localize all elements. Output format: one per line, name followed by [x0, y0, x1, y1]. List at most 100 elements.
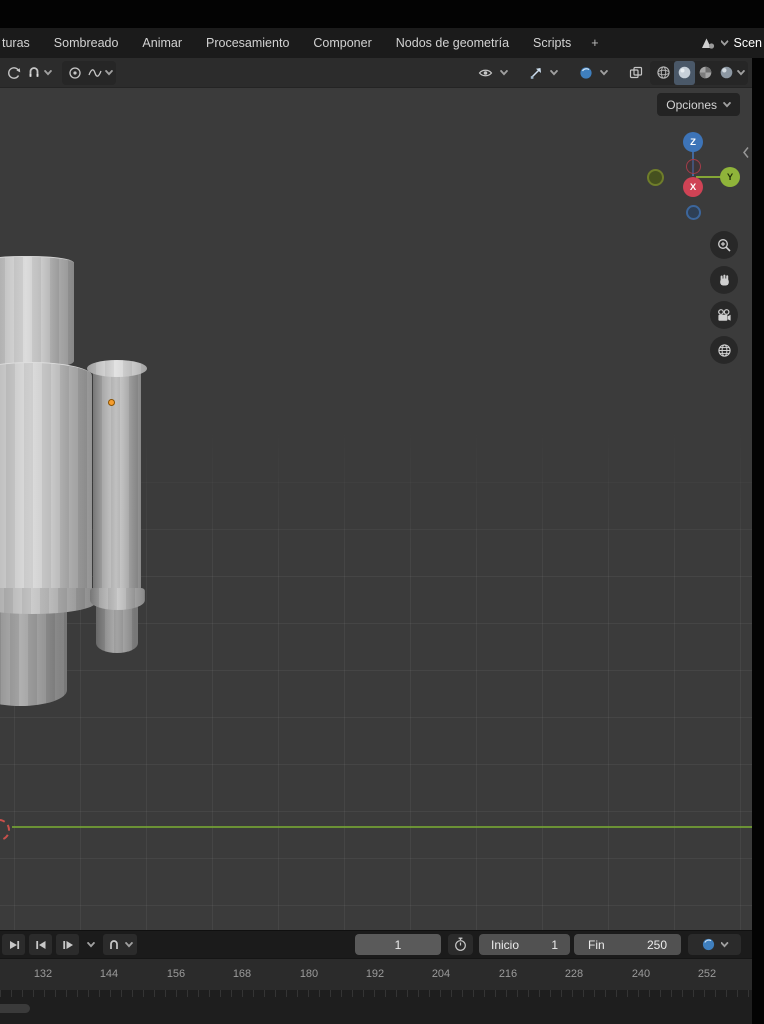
gizmo-y-negative[interactable]: [646, 168, 664, 186]
horizontal-scrollbar[interactable]: [0, 1004, 30, 1013]
shading-chevron-icon[interactable]: [737, 69, 745, 76]
show-overlays-button[interactable]: [576, 61, 596, 85]
ruler-tick-label: 252: [697, 968, 717, 980]
overlays-chevron-icon[interactable]: [600, 69, 608, 76]
overlays-icon: [580, 66, 592, 79]
shading-solid-icon: [678, 66, 691, 79]
workspace-tab-nodos-geometria[interactable]: Nodos de geometría: [384, 36, 521, 50]
falloff-chevron-icon[interactable]: [105, 69, 113, 76]
visibility-eye-icon: [478, 69, 493, 76]
viewport-header: [0, 58, 752, 88]
scene-selector[interactable]: Scen: [700, 35, 764, 51]
next-keyframe-button[interactable]: [56, 934, 79, 955]
axis-gizmo[interactable]: Z X Y: [633, 126, 750, 226]
snap-button[interactable]: [24, 61, 44, 85]
shading-wireframe-icon: [657, 66, 670, 79]
workspace-tab-componer[interactable]: Componer: [301, 36, 383, 50]
timeline-header: 1 Inicio 1 Fin 250: [0, 930, 752, 959]
gizmos-chevron-icon[interactable]: [550, 69, 558, 76]
model-mid-body[interactable]: [0, 362, 92, 593]
gizmo-z-negative[interactable]: [685, 204, 701, 220]
timeline-scroll-area: [0, 990, 752, 1024]
camera-view-button[interactable]: [710, 301, 738, 329]
options-chevron-icon: [723, 101, 731, 108]
grid-view-button[interactable]: [710, 336, 738, 364]
timeline-snap-button[interactable]: [103, 934, 137, 955]
gizmo-x-negative[interactable]: [685, 158, 701, 174]
gizmo-z-positive[interactable]: Z: [683, 132, 703, 152]
visibility-chevron-icon[interactable]: [500, 69, 508, 76]
proportional-edit-button[interactable]: [65, 61, 85, 85]
chevron-left-icon: [743, 147, 749, 158]
timeline-ruler[interactable]: 132 144 156 168 180 192 204 216 228 240 …: [0, 958, 752, 991]
ruler-tick-label: 180: [299, 968, 319, 980]
pan-button[interactable]: [710, 266, 738, 294]
gizmos-icon: [530, 67, 541, 79]
ruler-tick-label: 156: [166, 968, 186, 980]
workspace-tab-texturas[interactable]: turas: [0, 36, 42, 50]
shading-rendered-icon: [720, 66, 733, 79]
ruler-tick-label: 144: [99, 968, 119, 980]
auto-keying-button[interactable]: [448, 934, 473, 955]
previous-keyframe-button[interactable]: [29, 934, 52, 955]
workspace-tab-bar: turas Sombreado Animar Procesamiento Com…: [0, 28, 764, 59]
xray-icon: [629, 66, 643, 78]
workspace-tab-procesamiento[interactable]: Procesamiento: [194, 36, 301, 50]
sidebar-expand-button[interactable]: [742, 146, 750, 159]
falloff-button[interactable]: [85, 61, 105, 85]
show-gizmos-button[interactable]: [526, 61, 546, 85]
zoom-button[interactable]: [710, 231, 738, 259]
snap-icon: [29, 66, 39, 77]
shading-material-icon: [699, 66, 712, 79]
model-thin-lower[interactable]: [96, 603, 138, 653]
stopwatch-icon: [455, 937, 466, 951]
jump-to-endpoint-button[interactable]: [2, 934, 25, 955]
model-lower-cylinder[interactable]: [0, 608, 67, 706]
scene-name-label: Scen: [733, 36, 763, 50]
options-dropdown-button[interactable]: Opciones: [657, 93, 740, 116]
gizmo-x-positive[interactable]: X: [683, 177, 703, 197]
model-upper-cylinder[interactable]: [0, 256, 74, 369]
current-frame-field[interactable]: 1: [355, 934, 441, 955]
add-workspace-button[interactable]: +: [583, 36, 606, 50]
y-axis-line: [12, 826, 752, 828]
frame-end-field[interactable]: Fin 250: [574, 934, 681, 955]
gizmo-x-label: X: [689, 181, 697, 193]
workspace-tab-sombreado[interactable]: Sombreado: [42, 36, 131, 50]
ruler-tick-label: 132: [33, 968, 53, 980]
shading-rendered-button[interactable]: [716, 61, 737, 85]
window-chrome-area: [0, 0, 764, 28]
model-thin-flange[interactable]: [90, 588, 145, 610]
scene-world-button[interactable]: [688, 934, 741, 955]
model-thin-cap[interactable]: [87, 360, 147, 377]
shading-material-button[interactable]: [695, 61, 716, 85]
snap-chevron-icon: [125, 941, 133, 948]
grid-icon: [717, 343, 731, 357]
frame-start-field[interactable]: Inicio 1: [479, 934, 570, 955]
falloff-icon: [88, 68, 102, 77]
gizmo-y-positive[interactable]: Y: [720, 167, 740, 187]
snap-options-chevron-icon[interactable]: [44, 69, 52, 76]
shading-wireframe-button[interactable]: [653, 61, 674, 85]
orientation-icon: [8, 66, 21, 79]
model-thin-cylinder[interactable]: [93, 369, 141, 597]
ruler-tick-label: 204: [431, 968, 451, 980]
workspace-tab-animar[interactable]: Animar: [130, 36, 194, 50]
frame-end-label: Fin: [588, 937, 605, 952]
frame-start-label: Inicio: [491, 937, 520, 952]
object-visibility-button[interactable]: [475, 61, 496, 85]
snap-icon: [110, 939, 118, 949]
zoom-icon: [717, 238, 731, 252]
frame-tick-marks: [0, 990, 752, 997]
viewport-3d[interactable]: Z X Y Opciones: [0, 88, 752, 930]
workspace-tab-scripts[interactable]: Scripts: [521, 36, 583, 50]
proportional-edit-group: [62, 60, 116, 85]
camera-icon: [718, 308, 731, 321]
ruler-tick-label: 168: [232, 968, 252, 980]
frame-end-value: 250: [646, 937, 667, 952]
toggle-xray-button[interactable]: [626, 61, 646, 85]
shading-solid-button[interactable]: [674, 60, 695, 85]
orientation-button[interactable]: [4, 61, 24, 85]
playback-chevron-icon[interactable]: [87, 941, 95, 948]
y-axis-stem: [696, 176, 722, 178]
